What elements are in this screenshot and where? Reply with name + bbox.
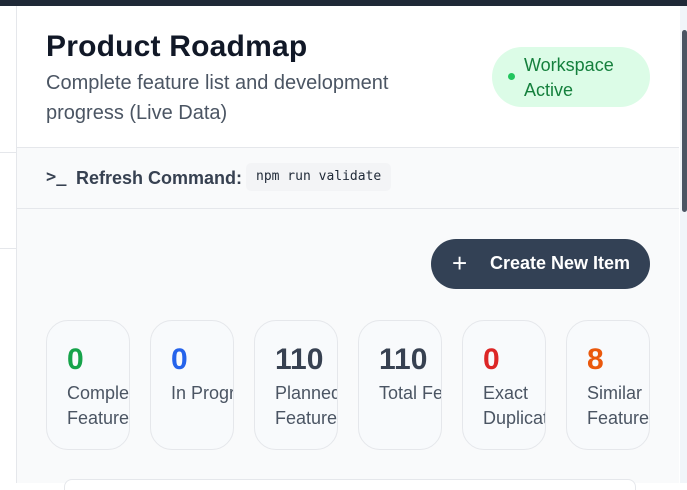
stat-value: 8 bbox=[587, 343, 604, 376]
main-content: + Create New Item 0 Completed Features 0… bbox=[17, 209, 679, 490]
terminal-prompt-icon: >_ bbox=[46, 167, 67, 187]
refresh-command-bar: >_ Refresh Command: npm run validate bbox=[17, 148, 679, 209]
refresh-command-code[interactable]: npm run validate bbox=[246, 163, 392, 191]
page-header: Product Roadmap Complete feature list an… bbox=[17, 6, 679, 148]
create-new-item-button[interactable]: + Create New Item bbox=[431, 239, 650, 289]
plus-icon: + bbox=[452, 248, 468, 278]
scrollbar-thumb[interactable] bbox=[682, 30, 687, 212]
stat-card-planned-features: 110 Planned Features bbox=[254, 320, 338, 450]
stat-label: Completed Features bbox=[67, 383, 130, 428]
status-badge-label: Workspace Active bbox=[524, 55, 614, 100]
refresh-command-label: Refresh Command: bbox=[76, 168, 243, 188]
stat-label: Similar Features bbox=[587, 383, 650, 428]
stat-label: Planned Features bbox=[275, 383, 338, 428]
page-subtitle: Complete feature list and development pr… bbox=[46, 72, 389, 124]
stat-label: Exact Duplicates bbox=[483, 383, 545, 428]
stat-value: 0 bbox=[171, 343, 188, 376]
stat-card-similar-features: 8 Similar Features bbox=[566, 320, 650, 450]
sidebar-divider bbox=[0, 248, 16, 249]
status-dot-icon bbox=[508, 73, 515, 80]
page-title: Product Roadmap bbox=[46, 30, 308, 63]
stat-card-in-progress: 0 In Progress bbox=[150, 320, 234, 450]
stat-value: 0 bbox=[483, 343, 500, 376]
stat-card-completed-features: 0 Completed Features bbox=[46, 320, 130, 450]
stat-value: 110 bbox=[275, 343, 324, 376]
left-sidebar bbox=[0, 6, 17, 483]
create-new-item-label: Create New Item bbox=[490, 253, 631, 273]
stat-card-total-features: 110 Total Features bbox=[358, 320, 442, 450]
sidebar-divider bbox=[0, 152, 16, 153]
stat-value: 0 bbox=[67, 343, 84, 376]
stat-value: 110 bbox=[379, 343, 428, 376]
status-badge: Workspace Active bbox=[492, 47, 650, 107]
stat-label: In Progress bbox=[171, 383, 233, 403]
stat-label: Total Features bbox=[379, 383, 442, 403]
content-card bbox=[64, 479, 636, 490]
stat-card-exact-duplicates: 0 Exact Duplicates bbox=[462, 320, 546, 450]
